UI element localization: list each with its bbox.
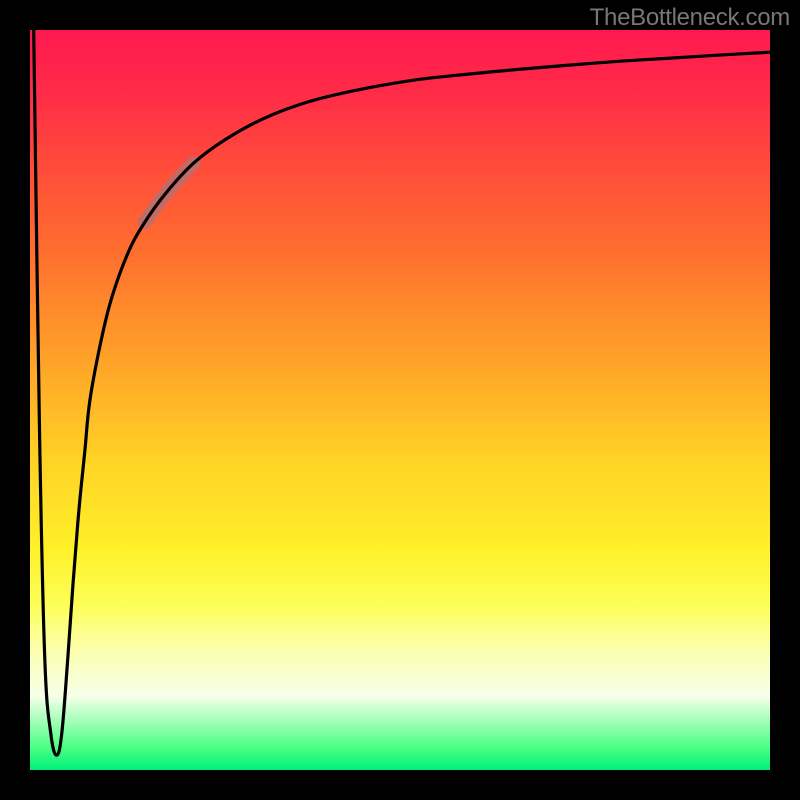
chart-frame: TheBottleneck.com xyxy=(0,0,800,800)
plot-area xyxy=(30,30,770,770)
curve-layer xyxy=(30,30,770,770)
bottleneck-curve xyxy=(34,30,770,755)
attribution-text: TheBottleneck.com xyxy=(590,4,790,32)
